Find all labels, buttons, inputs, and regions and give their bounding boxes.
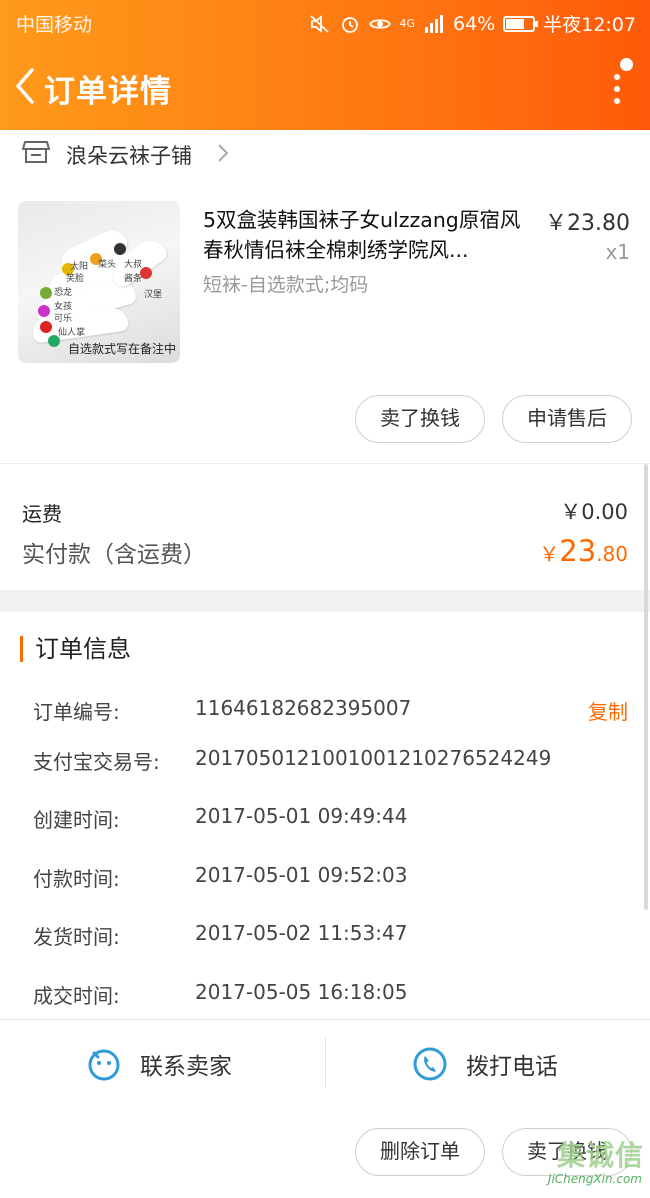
watermark-url: JiChengXin.com [547,1172,642,1186]
nav-bar: 订单详情 [0,52,650,124]
order-info-title: 订单信息 [20,636,131,662]
sell-for-cash-button[interactable]: 卖了换钱 [355,395,485,443]
payment-time-value: 2017-05-01 09:52:03 [195,863,408,887]
more-dot-icon [614,98,620,104]
emoji-badge-icon [114,243,126,255]
thumb-label: 恐龙 [54,288,73,298]
product-price: ￥23.80 [545,211,630,236]
thumb-label: 可乐 [54,314,73,324]
order-number-value: 11646182682395007 [195,696,412,720]
more-dot-icon [614,86,620,92]
contact-seller-label: 联系卖家 [140,1054,232,1080]
battery-icon [503,15,539,32]
thumb-label: 大叔 [124,260,143,270]
notification-dot [620,58,633,71]
shipping-value: ￥0.00 [560,500,628,524]
status-bar: 中国移动 4G 64% 半夜12:07 [0,0,650,44]
status-icons: 4G 64% 半夜12:07 [309,10,636,37]
order-number-label: 订单编号: [33,700,120,724]
completed-time-label: 成交时间: [33,984,120,1008]
alipay-trade-value: 2017050121001001210276524249 [195,746,552,770]
vertical-divider [325,1038,326,1088]
phone-icon [413,1047,447,1081]
clock: 半夜12:07 [543,14,636,36]
mute-icon [310,14,330,33]
paid-label: 实付款（含运费） [22,542,206,568]
watermark-logo: 集诚信 JiChengXin.com [532,1134,644,1194]
call-label: 拨打电话 [466,1054,558,1080]
product-thumbnail[interactable]: 太阳 笑脸 菜头 大叔 酱条 汉堡 恐龙 女孩 可乐 仙人掌 自选款式写在备注中 [18,201,180,363]
product-title[interactable]: 5双盒装韩国袜子女ulzzang原宿风春秋情侣袜全棉刺绣学院风... [203,205,538,265]
shipped-time-label: 发货时间: [33,925,120,949]
shipped-time-value: 2017-05-02 11:53:47 [195,921,408,945]
battery-percent: 64% [453,12,496,35]
bottom-actions: 删除订单 卖了换钱 集诚信 JiChengXin.com [0,1108,650,1198]
emoji-badge-icon [40,321,52,333]
section-gap [0,590,650,612]
payment-time-label: 付款时间: [33,867,120,891]
network-label: 4G [399,17,415,30]
thumb-label: 笑脸 [66,274,85,284]
product-quantity: x1 [605,240,630,264]
back-arrow-icon[interactable] [10,64,40,108]
chevron-right-icon [218,144,229,162]
chat-face-icon [88,1049,120,1081]
page-title: 订单详情 [44,74,172,110]
copy-button[interactable]: 复制 [588,696,628,725]
emoji-badge-icon [38,305,50,317]
shop-row[interactable]: 浪朵云袜子铺 [0,130,650,178]
shop-name: 浪朵云袜子铺 [66,144,192,168]
signal-icon [425,14,443,33]
created-time-label: 创建时间: [33,808,120,832]
product-spec: 短袜-自选款式;均码 [203,274,369,296]
alipay-trade-label: 支付宝交易号: [33,750,160,774]
contact-bar: 联系卖家 拨打电话 [0,1019,650,1109]
more-menu-button[interactable] [602,56,633,112]
battery-fill [506,18,525,29]
more-dot-icon [614,74,620,80]
paid-decimal: .80 [596,542,628,566]
emoji-badge-icon [40,287,52,299]
after-sale-button[interactable]: 申请售后 [502,395,632,443]
contact-seller-button[interactable]: 联系卖家 [86,1042,232,1086]
thumb-label: 仙人掌 [58,328,86,338]
shipping-label: 运费 [22,502,62,526]
call-button[interactable]: 拨打电话 [412,1042,558,1086]
watermark-text: 集诚信 [556,1139,644,1172]
divider [0,463,650,464]
carrier-label: 中国移动 [16,14,93,36]
store-icon [22,141,50,163]
eye-icon [369,18,392,29]
created-time-value: 2017-05-01 09:49:44 [195,804,408,828]
app-header: 中国移动 4G 64% 半夜12:07 订单详情 [0,0,650,130]
thumb-caption: 自选款式写在备注中 [68,342,177,356]
paid-currency: ￥ [539,542,560,566]
thumb-label: 酱条 [124,274,143,284]
alarm-icon [342,16,359,33]
thumb-label: 菜头 [98,260,117,270]
scrollbar[interactable] [644,464,648,910]
paid-amount: ￥23.80 [539,534,628,568]
delete-order-button[interactable]: 删除订单 [355,1128,485,1176]
completed-time-value: 2017-05-05 16:18:05 [195,980,408,1004]
thumb-label: 汉堡 [144,290,163,300]
paid-integer: 23 [559,534,597,568]
